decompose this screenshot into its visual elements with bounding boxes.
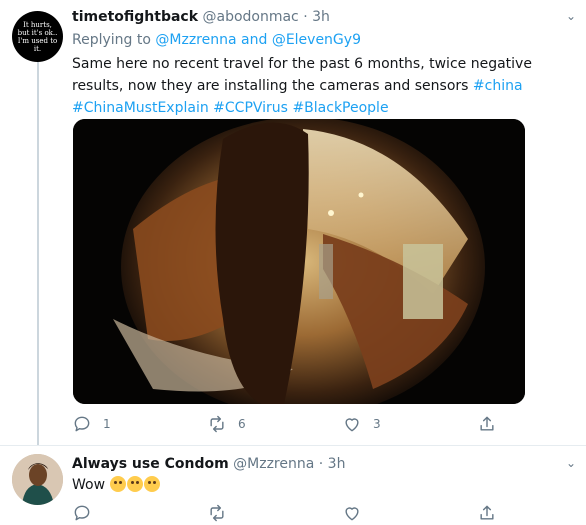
like-button[interactable] [342,503,477,523]
flushed-face-icon [126,476,143,492]
replying-prefix: Replying to [72,32,151,48]
share-button[interactable] [477,414,586,434]
timestamp[interactable]: 3h [328,456,346,472]
like-count: 3 [373,417,381,431]
share-icon [480,505,494,520]
hashtag-china[interactable]: #china [473,78,523,94]
share-icon [480,416,494,431]
tweet-header: Always use Condom @Mzzrenna · 3h [72,456,345,472]
avatar-photo [12,454,63,505]
flushed-face-icon [143,476,160,492]
reply-button[interactable] [72,503,207,523]
reply-button[interactable]: 1 [72,414,207,434]
retweet-icon [210,504,224,522]
hashtag-blackpeople[interactable]: #BlackPeople [292,100,388,116]
avatar-text: It hurts, but it's ok.. I'm used to it. [17,20,58,53]
avatar[interactable]: It hurts, but it's ok.. I'm used to it. [12,11,63,62]
tweet-actions [72,503,586,523]
fisheye-hallway-image [73,119,525,404]
timestamp[interactable]: 3h [312,9,330,25]
separator-dot: · [318,456,324,472]
retweet-button[interactable]: 6 [207,414,342,434]
display-name[interactable]: Always use Condom [72,456,229,472]
user-handle[interactable]: @abodonmac [202,9,298,25]
reply-and[interactable]: and [241,32,267,48]
replying-to: Replying to @Mzzrenna and @ElevenGy9 [72,32,361,48]
flushed-face-icon [109,476,126,492]
tweet-body: Wow [72,477,106,493]
retweet-button[interactable] [207,503,342,523]
like-button[interactable]: 3 [342,414,477,434]
reply-count: 1 [103,417,111,431]
thread-line [37,62,39,445]
display-name[interactable]: timetofightback [72,9,198,25]
reply-icon [74,505,90,521]
avatar[interactable] [12,454,63,505]
like-icon [345,507,359,521]
hashtag-chinamustexplain[interactable]: #ChinaMustExplain [72,100,209,116]
user-handle[interactable]: @Mzzrenna [233,456,314,472]
tweet-text: Same here no recent travel for the past … [72,53,577,119]
tweet-actions: 1 6 3 [72,414,586,434]
tweet-1[interactable]: It hurts, but it's ok.. I'm used to it. … [0,0,586,445]
tweet-2[interactable]: Always use Condom @Mzzrenna · 3h ⌄ Wow [0,446,586,525]
retweet-icon [210,415,224,433]
mention-elevengy9[interactable]: @ElevenGy9 [272,32,361,48]
tweet-image[interactable] [73,119,525,404]
chevron-down-icon[interactable]: ⌄ [566,9,576,23]
mention-mzzrenna[interactable]: @Mzzrenna [155,32,236,48]
reply-icon [74,416,90,432]
tweet-header: timetofightback @abodonmac · 3h [72,9,330,25]
tweet-body: Same here no recent travel for the past … [72,56,532,94]
chevron-down-icon[interactable]: ⌄ [566,456,576,470]
share-button[interactable] [477,503,586,523]
tweet-text: Wow [72,476,161,493]
separator-dot: · [303,9,308,25]
like-icon [345,418,359,432]
retweet-count: 6 [238,417,246,431]
hashtag-ccpvirus[interactable]: #CCPVirus [213,100,288,116]
